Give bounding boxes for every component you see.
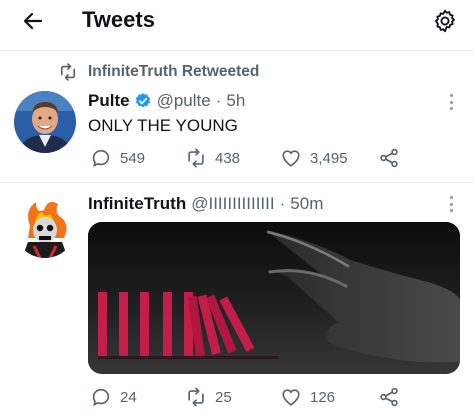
more-dot xyxy=(449,202,453,206)
reply-button[interactable]: 549 xyxy=(90,147,185,169)
retweet-count: 25 xyxy=(215,388,232,406)
verified-badge-icon xyxy=(135,93,150,108)
tweet-divider xyxy=(0,182,474,183)
retweet-icon xyxy=(188,387,204,407)
like-count: 126 xyxy=(310,388,336,406)
reply-count: 549 xyxy=(120,149,146,167)
retweet-context[interactable]: InfiniteTruth Retweeted xyxy=(58,61,259,83)
tweet-text: ONLY THE YOUNG xyxy=(88,116,238,135)
like-button[interactable]: 126 xyxy=(280,386,378,408)
tweet-time[interactable]: 5h xyxy=(226,90,245,112)
header-divider xyxy=(0,50,474,51)
more-dot xyxy=(449,107,453,110)
retweet-icon xyxy=(60,63,76,81)
retweet-count: 438 xyxy=(215,149,241,167)
like-count: 3,495 xyxy=(310,149,348,167)
share-icon xyxy=(380,387,398,407)
retweet-context-label: InfiniteTruth Retweeted xyxy=(88,63,260,80)
back-button[interactable] xyxy=(18,6,48,36)
avatar[interactable] xyxy=(14,196,76,258)
more-options-button[interactable] xyxy=(444,194,458,214)
share-button[interactable] xyxy=(378,147,408,169)
settings-button[interactable] xyxy=(430,6,460,36)
page-title: Tweets xyxy=(82,7,155,32)
back-arrow-icon xyxy=(23,12,43,30)
separator-dot: · xyxy=(279,194,286,213)
heart-icon xyxy=(282,150,300,167)
gear-icon xyxy=(434,9,456,33)
separator-dot: · xyxy=(215,91,222,110)
more-dot xyxy=(449,209,453,212)
more-dot xyxy=(449,100,453,104)
share-button[interactable] xyxy=(378,386,408,408)
author-handle[interactable]: @IIIIIIIIIIIIII xyxy=(191,193,274,215)
avatar-image xyxy=(14,196,76,258)
author-name[interactable]: Pulte xyxy=(88,90,130,112)
reply-icon xyxy=(92,149,110,167)
author-name[interactable]: InfiniteTruth xyxy=(88,193,186,215)
reply-button[interactable]: 24 xyxy=(90,386,185,408)
share-icon xyxy=(380,148,398,168)
tweet-header: InfiniteTruth @IIIIIIIIIIIIII · 50m xyxy=(88,193,323,215)
tweet-header: Pulte @pulte · 5h xyxy=(88,90,245,112)
more-vertical-icon xyxy=(449,196,453,199)
tweet-media[interactable] xyxy=(88,222,460,374)
tweet-time[interactable]: 50m xyxy=(290,193,323,215)
more-options-button[interactable] xyxy=(444,92,458,112)
retweet-button[interactable]: 25 xyxy=(185,386,280,408)
media-image xyxy=(88,222,460,374)
retweet-icon xyxy=(188,148,204,168)
avatar[interactable] xyxy=(14,91,76,153)
heart-icon xyxy=(282,389,300,406)
retweet-button[interactable]: 438 xyxy=(185,147,280,169)
more-vertical-icon xyxy=(449,94,453,97)
reply-icon xyxy=(92,388,110,406)
tweet-actions: 24 25 126 xyxy=(90,385,408,409)
avatar-image xyxy=(14,91,76,153)
like-button[interactable]: 3,495 xyxy=(280,147,378,169)
author-handle[interactable]: @pulte xyxy=(157,90,211,112)
top-bar: Tweets xyxy=(0,0,474,44)
reply-count: 24 xyxy=(120,388,137,406)
tweet-actions: 549 438 3,495 xyxy=(90,146,408,170)
